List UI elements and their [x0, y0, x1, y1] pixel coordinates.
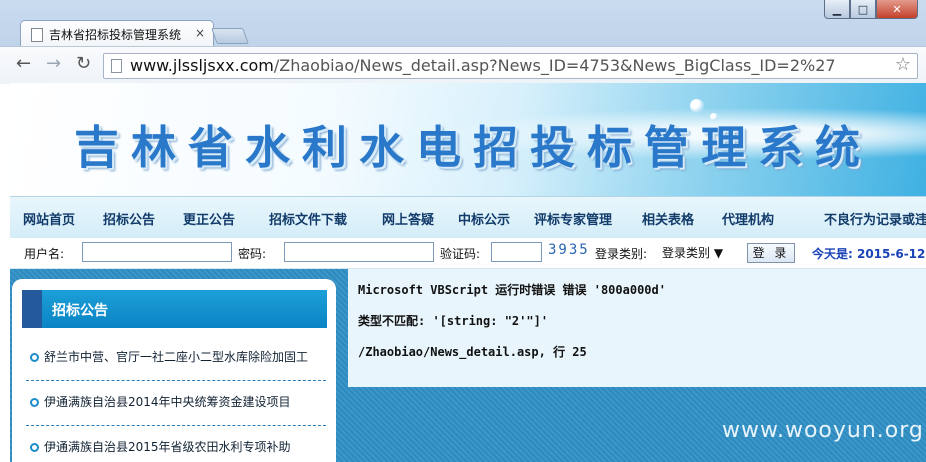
- page-icon: [111, 59, 122, 73]
- login-button[interactable]: 登 录: [747, 243, 795, 263]
- nav-item-home[interactable]: 网站首页: [23, 209, 75, 228]
- url-path: /Zhaobiao/News_detail.asp?News_ID=4753&N…: [273, 56, 836, 75]
- page-favicon-icon: [31, 28, 43, 42]
- panel-header: 招标公告: [22, 290, 327, 328]
- list-item[interactable]: 伊通满族自治县2015年省级农田水利专项补助: [26, 426, 326, 462]
- username-label: 用户名:: [24, 247, 65, 261]
- forward-arrow-icon[interactable]: →: [46, 53, 61, 74]
- browser-tab[interactable]: 吉林省招标投标管理系统 ×: [20, 20, 214, 47]
- site-banner: 吉林省水利水电招投标管理系统: [10, 83, 926, 196]
- list-item[interactable]: 伊通满族自治县2014年中央统筹资金建设项目: [26, 381, 326, 426]
- bookmark-star-icon[interactable]: ☆: [895, 54, 911, 75]
- nav-item-tender-notices[interactable]: 招标公告: [103, 209, 155, 228]
- web-page: 吉林省水利水电招投标管理系统 网站首页 招标公告 更正公告 招标文件下载 网上答…: [10, 83, 926, 462]
- minimize-button[interactable]: ▁: [824, 0, 850, 19]
- browser-toolbar: ← → ↻ www.jlssljsxx.com/Zhaobiao/News_de…: [0, 46, 926, 84]
- url-host: www.jlssljsxx.com: [130, 56, 274, 75]
- site-title: 吉林省水利水电招投标管理系统: [74, 121, 873, 174]
- login-type-value: 登录类别: [662, 246, 711, 260]
- content-area: 招标公告 舒兰市中营、官厅一社二座小二型水库除险加固工 伊通满族自治县2014年…: [10, 269, 926, 462]
- list-item-label: 伊通满族自治县2015年省级农田水利专项补助: [44, 440, 291, 454]
- maximize-button[interactable]: □: [850, 0, 876, 19]
- captcha-input[interactable]: [491, 242, 542, 262]
- error-message-box: Microsoft VBScript 运行时错误 错误 '800a000d' 类…: [348, 269, 926, 387]
- login-type-label: 登录类别:: [595, 247, 648, 261]
- nav-item-downloads[interactable]: 招标文件下载: [269, 209, 347, 228]
- today-date: 今天是: 2015-6-12: [812, 247, 926, 261]
- captcha-label: 验证码:: [440, 247, 481, 261]
- tab-close-icon[interactable]: ×: [195, 26, 205, 40]
- main-nav: 网站首页 招标公告 更正公告 招标文件下载 网上答疑 中标公示 评标专家管理 相…: [10, 196, 926, 239]
- error-line-3: /Zhaobiao/News_detail.asp, 行 25: [358, 345, 587, 359]
- chevron-down-icon: ▼: [713, 246, 724, 260]
- nav-item-agencies[interactable]: 代理机构: [722, 209, 774, 228]
- bullet-icon: [30, 398, 39, 407]
- maximize-icon: □: [857, 2, 869, 16]
- panel-title: 招标公告: [52, 303, 108, 319]
- list-item-label: 伊通满族自治县2014年中央统筹资金建设项目: [44, 395, 291, 409]
- reload-icon[interactable]: ↻: [76, 53, 91, 74]
- password-label: 密码:: [238, 247, 267, 261]
- tab-title: 吉林省招标投标管理系统: [49, 28, 182, 42]
- login-bar: 用户名: 密码: 验证码: 3935 登录类别: 登录类别 ▼ 登 录 今天是:…: [10, 238, 926, 269]
- minimize-icon: ▁: [832, 2, 842, 16]
- login-type-select[interactable]: 登录类别 ▼: [662, 244, 723, 261]
- nav-item-experts[interactable]: 评标专家管理: [534, 209, 612, 228]
- new-tab-button[interactable]: [211, 28, 249, 44]
- nav-item-winning-bids[interactable]: 中标公示: [458, 209, 510, 228]
- bullet-icon: [30, 353, 39, 362]
- username-input[interactable]: [82, 242, 232, 262]
- error-line-2: 类型不匹配: '[string: "2'"]': [358, 314, 549, 328]
- close-window-button[interactable]: ✕: [876, 0, 918, 19]
- tender-notice-panel: 招标公告 舒兰市中营、官厅一社二座小二型水库除险加固工 伊通满族自治县2014年…: [12, 279, 336, 462]
- nav-item-qa[interactable]: 网上答疑: [382, 209, 434, 228]
- window-controls: ▁ □ ✕: [824, 0, 918, 19]
- error-line-1: Microsoft VBScript 运行时错误 错误 '800a000d': [358, 283, 666, 297]
- nav-item-forms[interactable]: 相关表格: [642, 209, 694, 228]
- captcha-code: 3935: [548, 242, 590, 258]
- watermark-text: www.wooyun.org: [722, 418, 924, 443]
- password-input[interactable]: [284, 242, 434, 262]
- list-item[interactable]: 舒兰市中营、官厅一社二座小二型水库除险加固工: [26, 336, 326, 381]
- panel-accent: [22, 290, 42, 328]
- bullet-icon: [30, 443, 39, 452]
- back-arrow-icon[interactable]: ←: [16, 53, 31, 74]
- browser-chrome: ▁ □ ✕ 吉林省招标投标管理系统 × ← → ↻ www.jlssljsxx.…: [0, 0, 926, 84]
- nav-item-bad-records[interactable]: 不良行为记录或违: [824, 209, 926, 228]
- url-text: www.jlssljsxx.com/Zhaobiao/News_detail.a…: [130, 56, 836, 75]
- nav-item-corrections[interactable]: 更正公告: [183, 209, 235, 228]
- close-icon: ✕: [892, 2, 902, 16]
- list-item-label: 舒兰市中营、官厅一社二座小二型水库除险加固工: [44, 350, 309, 364]
- address-bar[interactable]: www.jlssljsxx.com/Zhaobiao/News_detail.a…: [103, 53, 918, 79]
